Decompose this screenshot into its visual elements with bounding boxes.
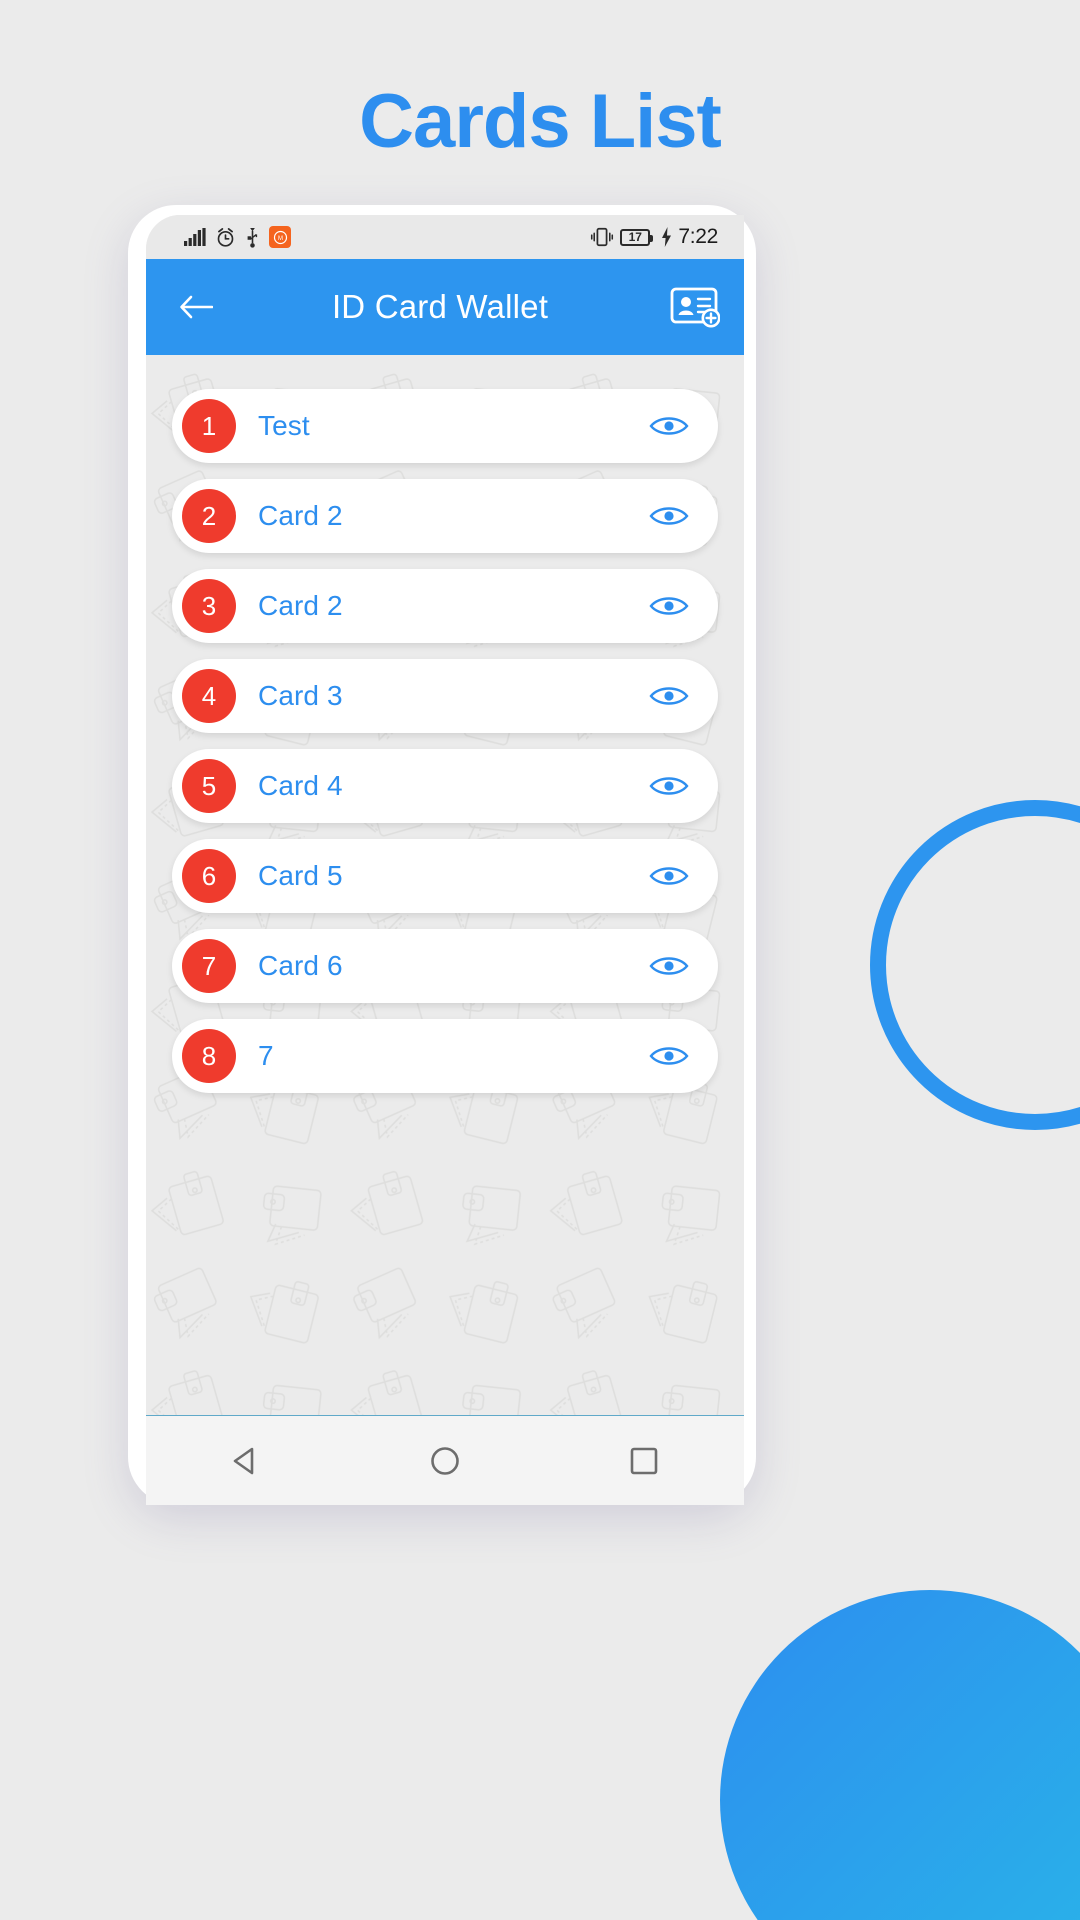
charging-bolt-icon — [662, 227, 672, 247]
card-name-label: Card 6 — [258, 950, 343, 981]
status-bar-right: 17 7:22 — [590, 225, 728, 249]
nav-home-button[interactable] — [410, 1426, 480, 1496]
card-name-label: Card 2 — [258, 500, 343, 531]
app-bar-title: ID Card Wallet — [331, 288, 549, 325]
card-index-badge: 6 — [182, 849, 236, 903]
android-nav-bar — [146, 1415, 744, 1505]
eye-icon — [649, 597, 689, 615]
view-card-button[interactable] — [646, 763, 692, 809]
card-index-badge: 5 — [182, 759, 236, 813]
nav-back-button[interactable] — [211, 1426, 281, 1496]
view-card-button[interactable] — [646, 943, 692, 989]
eye-icon — [649, 957, 689, 975]
page-title: Cards List — [359, 79, 722, 164]
card-list-item[interactable]: 7 Card 6 — [172, 929, 718, 1003]
circle-home-icon — [431, 1446, 459, 1475]
battery-indicator: 17 — [620, 228, 654, 246]
view-card-button[interactable] — [646, 583, 692, 629]
card-index-badge: 4 — [182, 669, 236, 723]
app-bar: ID Card Wallet — [146, 259, 744, 355]
phone-screen: M 17 7:22 ID Card Wallet 1 Test 2 Card 2… — [146, 215, 744, 1505]
card-name-label: Card 3 — [258, 680, 343, 711]
eye-icon — [649, 687, 689, 705]
eye-icon — [649, 507, 689, 525]
status-bar-left: M — [184, 226, 291, 248]
card-list-item[interactable]: 1 Test — [172, 389, 718, 463]
decorative-ring — [870, 800, 1080, 1130]
add-card-button[interactable] — [668, 280, 722, 334]
card-list-item[interactable]: 8 7 — [172, 1019, 718, 1093]
card-index-badge: 2 — [182, 489, 236, 543]
mi-app-icon: M — [269, 226, 291, 248]
card-list-item[interactable]: 6 Card 5 — [172, 839, 718, 913]
card-name-label: 7 — [258, 1040, 274, 1071]
card-index-badge: 1 — [182, 399, 236, 453]
card-name-label: Card 2 — [258, 590, 343, 621]
eye-icon — [649, 417, 689, 435]
svg-text:M: M — [278, 236, 283, 242]
mi-glyph-icon: M — [273, 230, 287, 244]
view-card-button[interactable] — [646, 673, 692, 719]
signal-bars-icon — [184, 228, 206, 246]
card-list-item[interactable]: 5 Card 4 — [172, 749, 718, 823]
decorative-blob — [720, 1590, 1080, 1920]
promo-screenshot-page: Cards List M 17 7:22 ID Card Wallet 1 Te… — [0, 0, 1080, 1920]
back-arrow-icon — [180, 295, 213, 319]
card-name-label: Test — [258, 410, 310, 441]
card-list: 1 Test 2 Card 2 3 Card 2 4 Card 3 5 Card… — [146, 355, 744, 1093]
card-index-badge: 8 — [182, 1029, 236, 1083]
nav-recents-button[interactable] — [609, 1426, 679, 1496]
vibrate-icon — [591, 227, 614, 247]
view-card-button[interactable] — [646, 1033, 692, 1079]
card-name-label: Card 4 — [258, 770, 343, 801]
status-bar: M 17 7:22 — [146, 215, 744, 259]
usb-icon — [247, 227, 258, 248]
card-list-item[interactable]: 4 Card 3 — [172, 659, 718, 733]
alarm-clock-icon — [217, 227, 234, 247]
eye-icon — [649, 777, 689, 795]
view-card-button[interactable] — [646, 853, 692, 899]
card-list-item[interactable]: 2 Card 2 — [172, 479, 718, 553]
card-index-badge: 3 — [182, 579, 236, 633]
card-list-item[interactable]: 3 Card 2 — [172, 569, 718, 643]
triangle-back-icon — [233, 1447, 253, 1474]
phone-frame: M 17 7:22 ID Card Wallet 1 Test 2 Card 2… — [128, 205, 756, 1505]
add-id-card-icon — [670, 287, 720, 328]
battery-level: 17 — [620, 228, 654, 246]
eye-icon — [649, 1047, 689, 1065]
card-index-badge: 7 — [182, 939, 236, 993]
card-list-body: 1 Test 2 Card 2 3 Card 2 4 Card 3 5 Card… — [146, 355, 744, 1415]
eye-icon — [649, 867, 689, 885]
view-card-button[interactable] — [646, 403, 692, 449]
status-bar-clock: 7:22 — [678, 225, 718, 248]
card-name-label: Card 5 — [258, 860, 343, 891]
view-card-button[interactable] — [646, 493, 692, 539]
square-recents-icon — [631, 1447, 658, 1474]
